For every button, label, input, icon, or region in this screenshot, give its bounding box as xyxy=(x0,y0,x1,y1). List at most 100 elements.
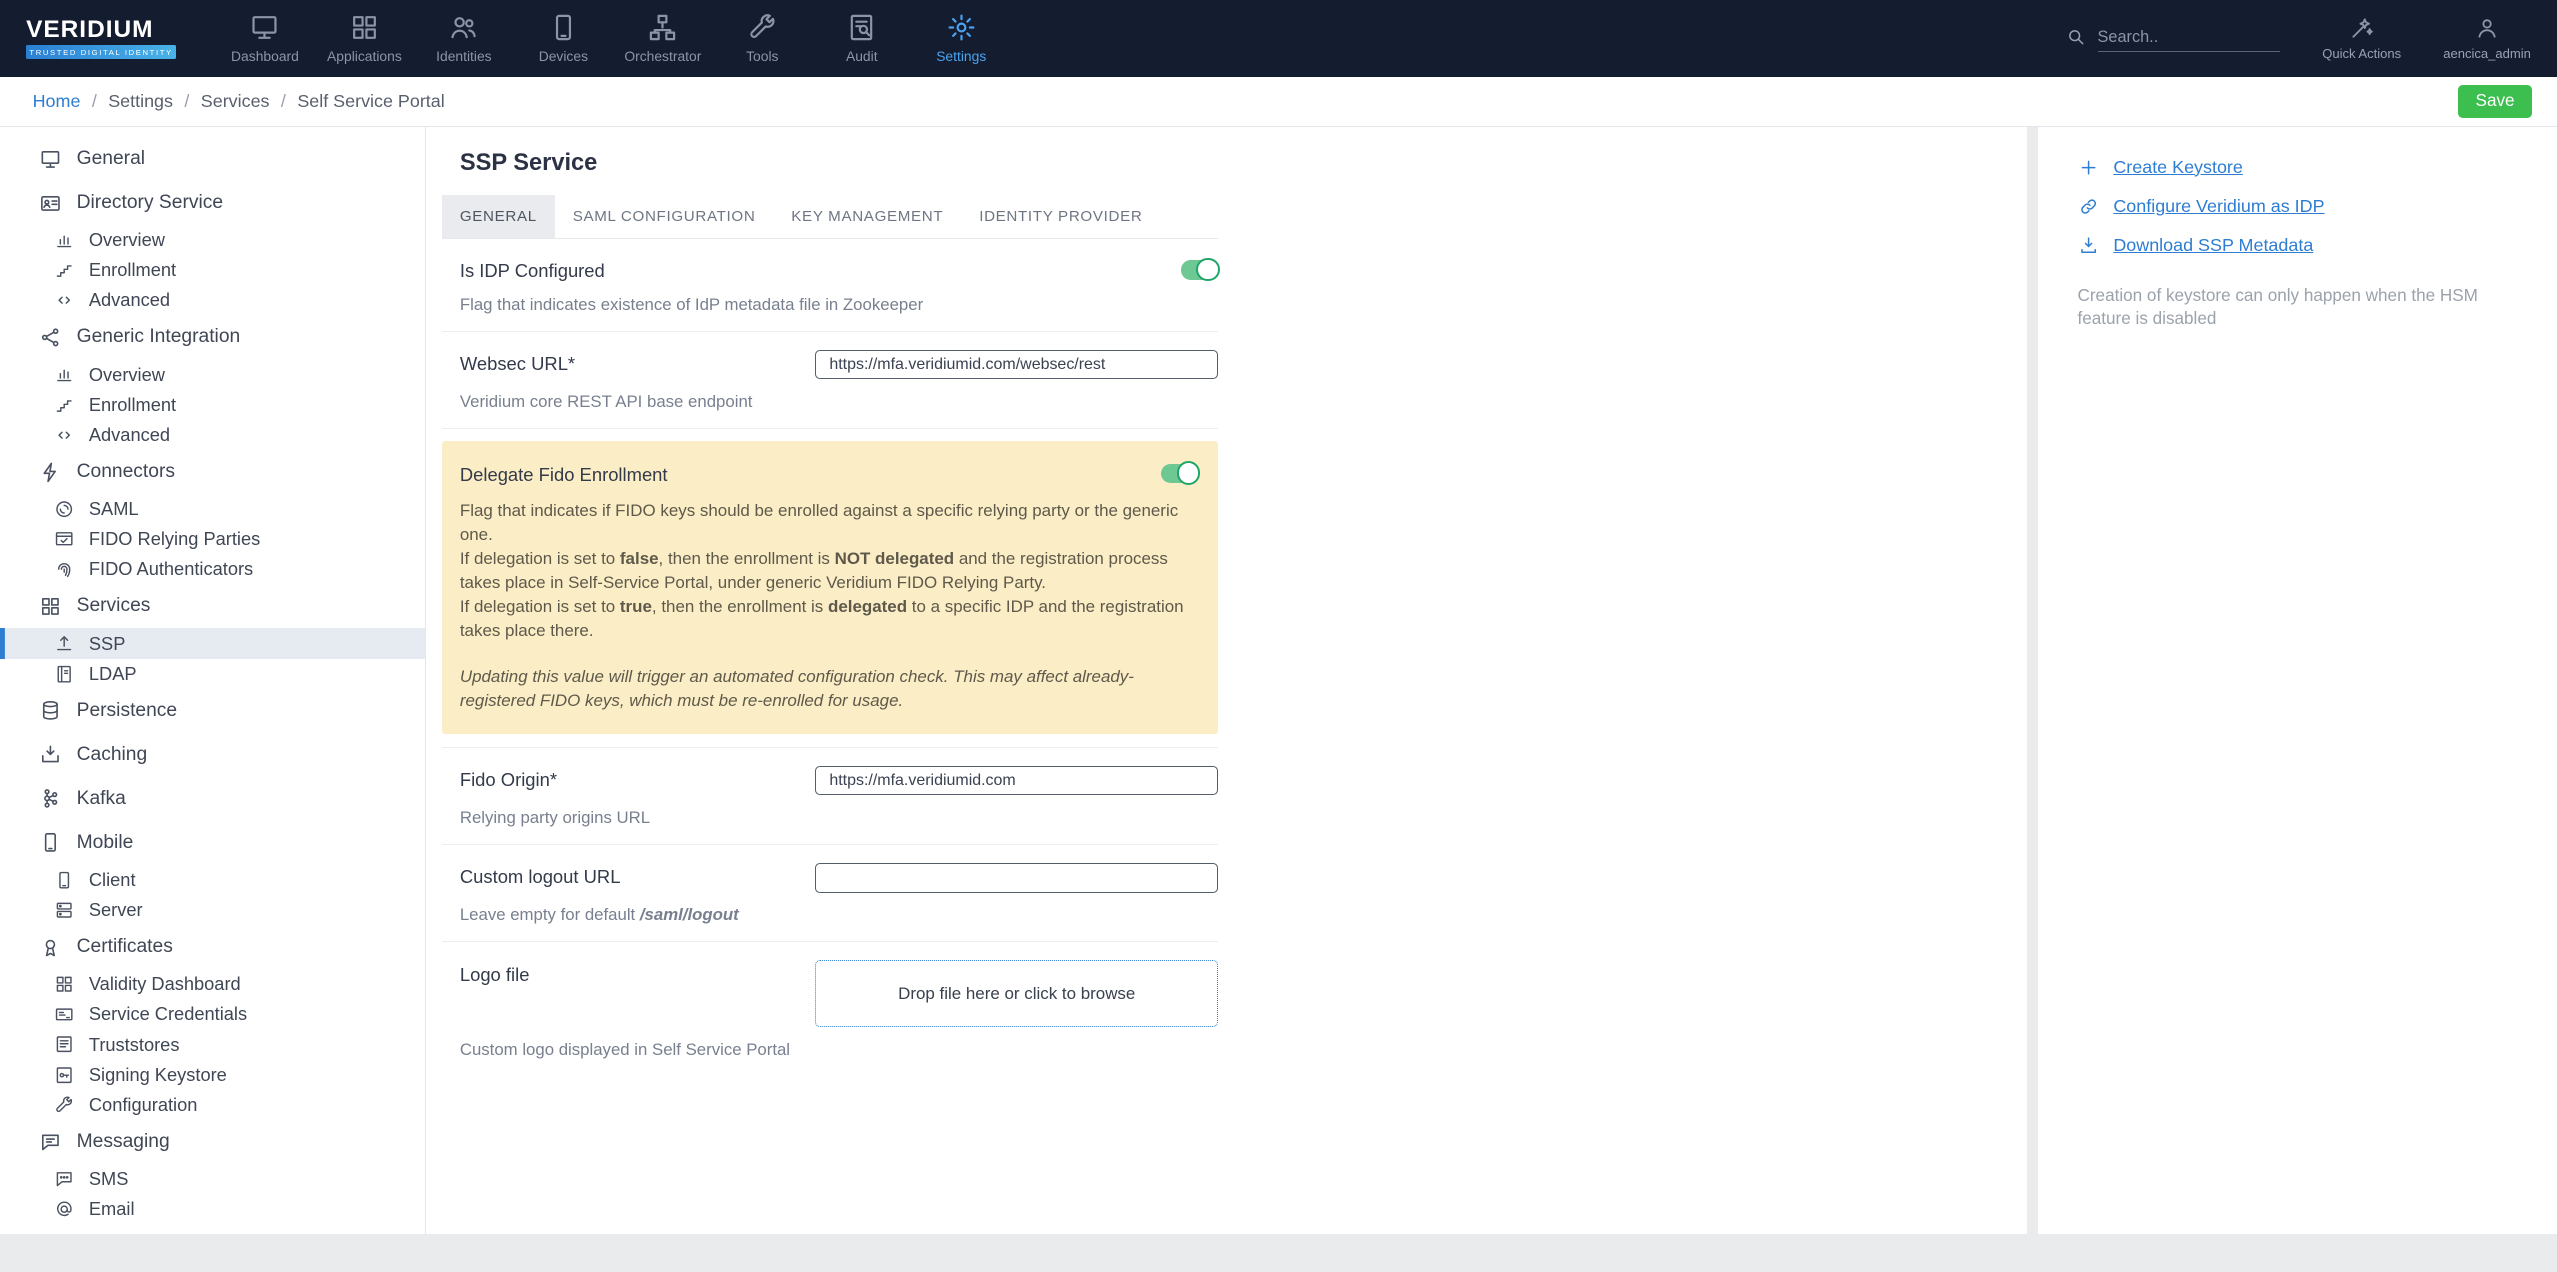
code-icon xyxy=(54,290,74,310)
sidebar-item-server[interactable]: Server xyxy=(0,895,425,925)
logo-file-description: Custom logo displayed in Self Service Po… xyxy=(459,1039,791,1059)
sidebar-item-label: Advanced xyxy=(88,423,171,445)
sidebar-item-label: Connectors xyxy=(76,460,175,482)
nav-right: Quick Actions aencica_admin xyxy=(2065,15,2531,61)
delegate-fido-toggle[interactable] xyxy=(1161,461,1201,485)
audit-icon xyxy=(846,12,877,43)
sidebar-item-directory-service[interactable]: Directory Service xyxy=(0,181,425,225)
is-idp-configured-toggle[interactable] xyxy=(1180,257,1220,282)
websec-url-input[interactable] xyxy=(815,350,1219,380)
steps-icon xyxy=(54,260,74,280)
devices-icon xyxy=(548,12,579,43)
nav-item-orchestrator[interactable]: Orchestrator xyxy=(613,0,712,77)
sidebar-item-certificates[interactable]: Certificates xyxy=(0,925,425,969)
link-icon xyxy=(2078,196,2099,217)
sidebar-item-client[interactable]: Client xyxy=(0,865,425,895)
sidebar-item-configuration[interactable]: Configuration xyxy=(0,1090,425,1120)
sidebar-item-overview[interactable]: Overview xyxy=(0,225,425,255)
settings-icon xyxy=(946,12,977,43)
custom-logout-url-input[interactable] xyxy=(815,863,1219,893)
custom-logout-url-description: Leave empty for default /saml/logout xyxy=(459,904,739,924)
logo-file-dropzone[interactable]: Drop file here or click to browse xyxy=(815,960,1219,1028)
sidebar-item-validity-dashboard[interactable]: Validity Dashboard xyxy=(0,969,425,999)
delegate-fido-description: Flag that indicates if FIDO keys should … xyxy=(459,500,1184,641)
sidebar-item-ssp[interactable]: SSP xyxy=(0,628,425,659)
content-area: General Directory Service Overview Enrollme… xyxy=(0,127,2557,1272)
action-download-ssp-metadata[interactable]: Download SSP Metadata xyxy=(2078,235,2525,256)
certificate-icon xyxy=(39,936,62,959)
action-configure-veridium-as-idp[interactable]: Configure Veridium as IDP xyxy=(2078,196,2525,217)
sidebar-item-advanced[interactable]: Advanced xyxy=(0,420,425,450)
nav-item-dashboard[interactable]: Dashboard xyxy=(215,0,314,77)
veridium-logo[interactable]: VERIDIUM TRUSTED DIGITAL IDENTITY xyxy=(26,17,177,60)
nav-item-applications[interactable]: Applications xyxy=(315,0,414,77)
action-create-keystore[interactable]: Create Keystore xyxy=(2078,157,2525,178)
sidebar-item-generic-integration[interactable]: Generic Integration xyxy=(0,315,425,359)
sidebar-item-saml[interactable]: SAML xyxy=(0,494,425,524)
download-icon xyxy=(2078,235,2099,256)
user-menu[interactable]: aencica_admin xyxy=(2443,15,2531,61)
fido-origin-input[interactable] xyxy=(815,766,1219,796)
breadcrumb-services[interactable]: Services xyxy=(201,91,270,112)
search-input[interactable] xyxy=(2097,25,2281,52)
sidebar-item-label: General xyxy=(76,147,146,169)
tab-saml-configuration[interactable]: SAML CONFIGURATION xyxy=(555,195,774,238)
nav-item-settings[interactable]: Settings xyxy=(912,0,1011,77)
sidebar-item-sms[interactable]: SMS xyxy=(0,1164,425,1194)
field-custom-logout-url: Custom logout URL Leave empty for defaul… xyxy=(441,845,1219,943)
saml-icon xyxy=(54,499,74,519)
wrench-icon xyxy=(54,1095,74,1115)
nav-item-label: Applications xyxy=(327,48,402,65)
sidebar-item-kafka[interactable]: Kafka xyxy=(0,777,425,821)
breadcrumb-self-service-portal[interactable]: Self Service Portal xyxy=(297,91,444,112)
sidebar-item-label: Services xyxy=(76,595,151,617)
tab-general[interactable]: GENERAL xyxy=(441,194,555,239)
save-button[interactable]: Save xyxy=(2457,84,2533,118)
sidebar-item-persistence[interactable]: Persistence xyxy=(0,689,425,733)
sidebar-item-services[interactable]: Services xyxy=(0,584,425,628)
dashboard-icon xyxy=(249,12,280,43)
nav-item-label: Devices xyxy=(538,48,588,65)
sidebar-item-mobile[interactable]: Mobile xyxy=(0,821,425,865)
nav-item-identities[interactable]: Identities xyxy=(414,0,513,77)
sidebar-item-advanced[interactable]: Advanced xyxy=(0,285,425,315)
nav-item-audit[interactable]: Audit xyxy=(812,0,911,77)
sidebar-item-enrollment[interactable]: Enrollment xyxy=(0,255,425,285)
sidebar-item-truststores[interactable]: Truststores xyxy=(0,1029,425,1059)
sidebar-item-service-credentials[interactable]: Service Credentials xyxy=(0,999,425,1029)
tab-identity-provider[interactable]: IDENTITY PROVIDER xyxy=(961,195,1160,238)
sidebar-item-email[interactable]: Email xyxy=(0,1194,425,1224)
connector-icon xyxy=(39,461,62,484)
sidebar-item-general[interactable]: General xyxy=(0,137,425,181)
sidebar-item-label: Enrollment xyxy=(88,259,177,281)
sidebar-item-label: Overview xyxy=(88,363,165,385)
sidebar-item-overview[interactable]: Overview xyxy=(0,359,425,389)
sidebar-item-fido-authenticators[interactable]: FIDO Authenticators xyxy=(0,554,425,584)
sidebar-item-label: Messaging xyxy=(76,1130,170,1152)
sidebar-item-messaging[interactable]: Messaging xyxy=(0,1120,425,1164)
sidebar-item-label: Configuration xyxy=(88,1093,198,1115)
sidebar-item-label: Mobile xyxy=(76,831,134,853)
tab-key-management[interactable]: KEY MANAGEMENT xyxy=(773,195,961,238)
nav-item-tools[interactable]: Tools xyxy=(713,0,812,77)
sidebar-item-label: Truststores xyxy=(88,1033,180,1055)
page-title: SSP Service xyxy=(459,150,598,177)
sidebar-item-signing-keystore[interactable]: Signing Keystore xyxy=(0,1060,425,1090)
sidebar-item-label: FIDO Authenticators xyxy=(88,558,254,580)
breadcrumb-home[interactable]: Home xyxy=(33,91,81,112)
sidebar-item-ldap[interactable]: LDAP xyxy=(0,659,425,689)
settings-sidebar: General Directory Service Overview Enrollme… xyxy=(0,127,426,1235)
sidebar-item-enrollment[interactable]: Enrollment xyxy=(0,390,425,420)
breadcrumb: Home / Settings / Services / Self Service Port… xyxy=(33,91,445,112)
browser-check-icon xyxy=(54,529,74,549)
breadcrumb-separator: / xyxy=(280,90,286,111)
quick-actions-button[interactable]: Quick Actions xyxy=(2319,15,2404,61)
sidebar-item-connectors[interactable]: Connectors xyxy=(0,450,425,494)
orchestrator-icon xyxy=(647,12,678,43)
sidebar-item-fido-relying-parties[interactable]: FIDO Relying Parties xyxy=(0,524,425,554)
ssp-general-form: Is IDP Configured Flag that indicates ex… xyxy=(441,239,1220,1076)
nav-item-devices[interactable]: Devices xyxy=(514,0,613,77)
phone-icon xyxy=(54,870,74,890)
sidebar-item-caching[interactable]: Caching xyxy=(0,733,425,777)
breadcrumb-settings[interactable]: Settings xyxy=(108,91,173,112)
